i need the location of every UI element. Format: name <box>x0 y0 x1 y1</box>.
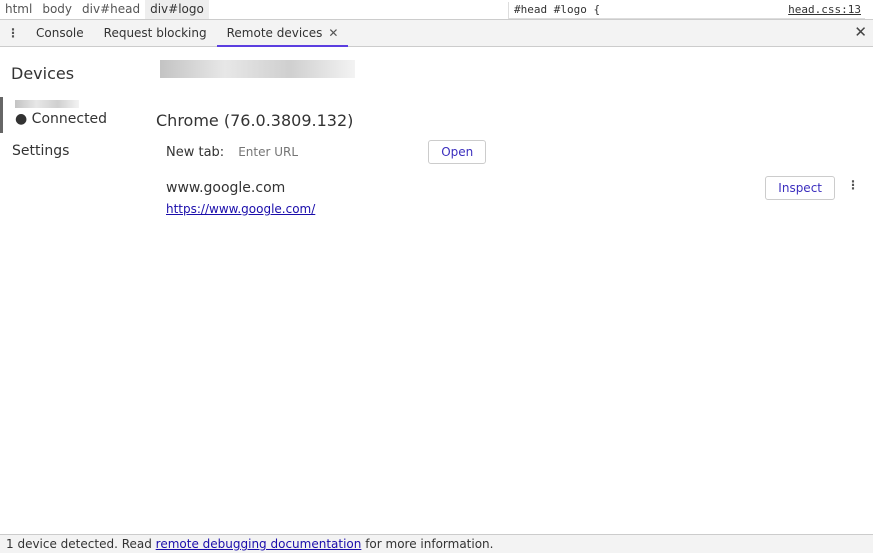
css-source-link[interactable]: head.css:13 <box>788 3 861 16</box>
inspect-button[interactable]: Inspect <box>765 176 835 200</box>
connected-dot-icon: ● <box>15 111 28 127</box>
tab-console[interactable]: Console <box>26 20 94 46</box>
status-text: 1 device detected. Read <box>6 537 156 551</box>
tab-request-blocking[interactable]: Request blocking <box>94 20 217 46</box>
docs-link[interactable]: remote debugging documentation <box>156 537 362 551</box>
sidebar-title: Devices <box>11 64 75 83</box>
css-selector: #head #logo { <box>514 3 601 16</box>
open-button[interactable]: Open <box>428 140 487 164</box>
sidebar-item-device[interactable]: ● Connected <box>0 97 140 133</box>
device-name-redacted <box>15 100 79 108</box>
sidebar-item-settings[interactable]: Settings <box>12 143 140 159</box>
drawer-tabbar: ⋮ Console Request blocking Remote device… <box>0 19 873 47</box>
more-tabs-icon[interactable]: ⋮ <box>0 26 26 40</box>
styles-rule: #head #logo { head.css:13 <box>508 2 865 19</box>
close-tab-icon[interactable]: ✕ <box>328 26 338 40</box>
more-actions-icon[interactable]: ⋮ <box>847 178 859 192</box>
device-panel: Chrome (76.0.3809.132) New tab: Open www… <box>156 60 873 216</box>
sidebar: Devices ● Connected Settings <box>0 47 140 159</box>
page-url-link[interactable]: https://www.google.com/ <box>166 202 873 216</box>
browser-title: Chrome (76.0.3809.132) <box>156 111 354 130</box>
crumb-html[interactable]: html <box>0 0 37 19</box>
status-text-end: for more information. <box>361 537 494 551</box>
crumb-body[interactable]: body <box>37 0 77 19</box>
page-item: www.google.com https://www.google.com/ I… <box>166 176 873 216</box>
breadcrumb: html body div#head div#logo <box>0 0 209 19</box>
tab-label: Remote devices <box>226 26 323 40</box>
crumb-logo[interactable]: div#logo <box>145 0 209 19</box>
crumb-head[interactable]: div#head <box>77 0 145 19</box>
status-bar: 1 device detected. Read remote debugging… <box>0 534 873 553</box>
tab-remote-devices[interactable]: Remote devices ✕ <box>216 20 349 47</box>
new-tab-label: New tab: <box>166 144 225 160</box>
device-title-redacted <box>160 60 355 78</box>
device-status: Connected <box>31 111 108 127</box>
close-drawer-icon[interactable]: ✕ <box>854 23 867 41</box>
url-input[interactable] <box>238 145 429 159</box>
